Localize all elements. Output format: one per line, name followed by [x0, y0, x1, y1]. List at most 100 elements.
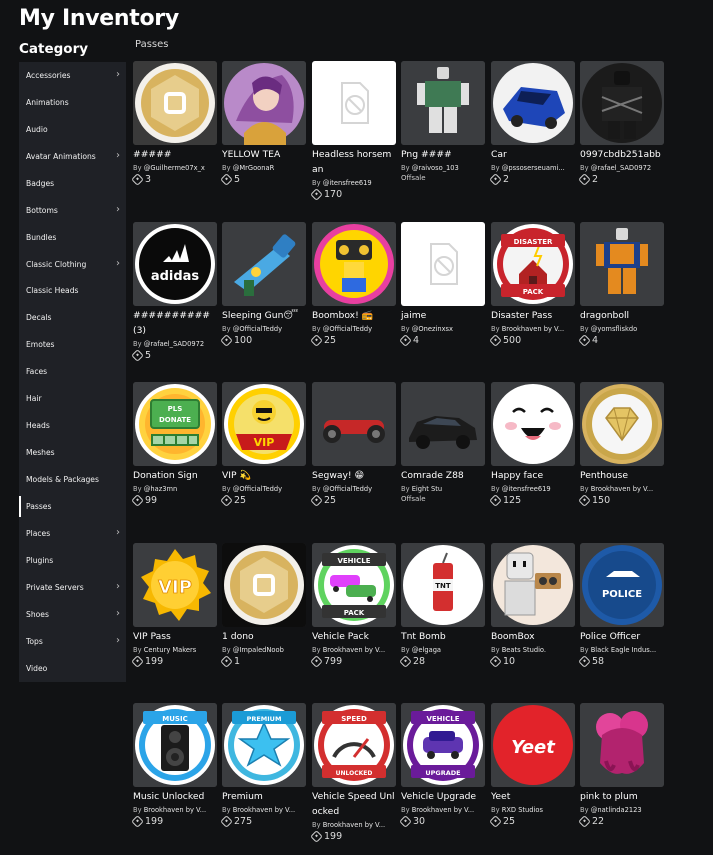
item-thumbnail[interactable]: [133, 61, 217, 145]
item-name[interactable]: VIP Pass: [133, 629, 217, 644]
item-card[interactable]: Sleeping Gun😴 By @OfficialTeddy 100: [220, 222, 306, 347]
item-card[interactable]: Happy face By @itensfree619 125: [489, 382, 575, 507]
item-name[interactable]: Png ####: [401, 147, 485, 162]
item-card[interactable]: SPEED UNLOCKED Vehicle Speed Unlocked By Br…: [310, 703, 396, 843]
item-card[interactable]: Yeet Yeet By RXD Studios 25: [489, 703, 575, 828]
item-name[interactable]: Donation Sign: [133, 468, 217, 483]
item-card[interactable]: VIP VIP Pass By Century Makers 199: [131, 543, 217, 668]
creator-name[interactable]: @yomsfliskdo: [591, 325, 638, 333]
sidebar-item-bundles[interactable]: Bundles: [19, 224, 126, 251]
item-name[interactable]: Disaster Pass: [491, 308, 575, 323]
item-card[interactable]: pink to plum By @natlinda2123 22: [578, 703, 664, 828]
sidebar-item-accessories[interactable]: Accessories ›: [19, 62, 126, 89]
creator-name[interactable]: @OfficialTeddy: [323, 485, 372, 493]
item-name[interactable]: Car: [491, 147, 575, 162]
item-card[interactable]: MUSIC Music Unlocked By Brookhaven by V...…: [131, 703, 217, 828]
creator-name[interactable]: @MrGoonaR: [233, 164, 275, 172]
item-name[interactable]: Happy face: [491, 468, 575, 483]
creator-name[interactable]: Brookhaven by V...: [323, 821, 385, 829]
item-thumbnail[interactable]: [312, 222, 396, 306]
item-card[interactable]: PLS DONATE Donation Sign By @haz3mn 99: [131, 382, 217, 507]
item-thumbnail[interactable]: VIP: [222, 382, 306, 466]
item-thumbnail[interactable]: POLICE: [580, 543, 664, 627]
item-card[interactable]: Segway! 😁 By @OfficialTeddy 25: [310, 382, 396, 507]
sidebar-item-emotes[interactable]: Emotes: [19, 331, 126, 358]
sidebar-item-classic-clothing[interactable]: Classic Clothing ›: [19, 251, 126, 278]
sidebar-item-video[interactable]: Video: [19, 655, 126, 682]
item-name[interactable]: Comrade Z88: [401, 468, 485, 483]
item-card[interactable]: DISASTER PACK Disaster Pass By Brookhaven b…: [489, 222, 575, 347]
creator-name[interactable]: @pssoserseuami...: [502, 164, 565, 172]
item-thumbnail[interactable]: VEHICLE UPGRADE: [401, 703, 485, 787]
item-name[interactable]: dragonboll: [580, 308, 664, 323]
item-thumbnail[interactable]: [580, 703, 664, 787]
item-name[interactable]: 0997cbdb251abb: [580, 147, 664, 162]
item-thumbnail[interactable]: VEHICLE PACK: [312, 543, 396, 627]
item-card[interactable]: Car By @pssoserseuami... 2: [489, 61, 575, 186]
creator-name[interactable]: Black Eagle Indus...: [591, 646, 656, 654]
item-name[interactable]: Vehicle Speed Unlocked: [312, 789, 396, 819]
item-card[interactable]: 1 dono By @ImpaledNoob 1: [220, 543, 306, 668]
item-card[interactable]: 0997cbdb251abb By @rafael_SAD0972 2: [578, 61, 664, 186]
item-card[interactable]: ##### By @Guilherme07x_x 3: [131, 61, 217, 186]
creator-name[interactable]: @Onezinxsx: [412, 325, 453, 333]
item-card[interactable]: VEHICLE UPGRADE Vehicle Upgrade By Brookhav…: [399, 703, 485, 828]
item-thumbnail[interactable]: PLS DONATE: [133, 382, 217, 466]
item-card[interactable]: Comrade Z88 By Eight Stu Offsale: [401, 382, 485, 503]
creator-name[interactable]: Brookhaven by V...: [144, 806, 206, 814]
item-thumbnail[interactable]: [401, 222, 485, 306]
sidebar-item-bottoms[interactable]: Bottoms ›: [19, 197, 126, 224]
sidebar-item-meshes[interactable]: Meshes: [19, 439, 126, 466]
creator-name[interactable]: Eight Stu: [412, 485, 442, 493]
sidebar-item-tops[interactable]: Tops ›: [19, 628, 126, 655]
sidebar-item-shoes[interactable]: Shoes ›: [19, 601, 126, 628]
item-card[interactable]: Boombox! 📻 By @OfficialTeddy 25: [310, 222, 396, 347]
creator-name[interactable]: Brookhaven by V...: [233, 806, 295, 814]
item-name[interactable]: #####: [133, 147, 217, 162]
item-thumbnail[interactable]: [580, 382, 664, 466]
creator-name[interactable]: @elgaga: [412, 646, 441, 654]
creator-name[interactable]: @itensfree619: [502, 485, 551, 493]
item-card[interactable]: YELLOW TEA By @MrGoonaR 5: [220, 61, 306, 186]
sidebar-item-plugins[interactable]: Plugins: [19, 547, 126, 574]
sidebar-item-places[interactable]: Places ›: [19, 520, 126, 547]
creator-name[interactable]: @OfficialTeddy: [323, 325, 372, 333]
item-thumbnail[interactable]: Yeet: [491, 703, 575, 787]
creator-name[interactable]: @rafael_SAD0972: [591, 164, 651, 172]
item-name[interactable]: Vehicle Pack: [312, 629, 396, 644]
item-thumbnail[interactable]: SPEED UNLOCKED: [312, 703, 396, 787]
creator-name[interactable]: @OfficialTeddy: [233, 325, 282, 333]
item-thumbnail[interactable]: [491, 61, 575, 145]
item-name[interactable]: Boombox! 📻: [312, 308, 396, 323]
item-card[interactable]: dragonboll By @yomsfliskdo 4: [578, 222, 664, 347]
item-thumbnail[interactable]: DISASTER PACK: [491, 222, 575, 306]
sidebar-item-passes[interactable]: Passes: [19, 493, 126, 520]
item-thumbnail[interactable]: [222, 61, 306, 145]
item-name[interactable]: Music Unlocked: [133, 789, 217, 804]
creator-name[interactable]: Brookhaven by V...: [323, 646, 385, 654]
item-thumbnail[interactable]: VIP: [133, 543, 217, 627]
item-name[interactable]: Headless horseman: [312, 147, 396, 177]
item-name[interactable]: BoomBox: [491, 629, 575, 644]
sidebar-item-private-servers[interactable]: Private Servers ›: [19, 574, 126, 601]
item-name[interactable]: Police Officer: [580, 629, 664, 644]
item-thumbnail[interactable]: [580, 222, 664, 306]
item-name[interactable]: Segway! 😁: [312, 468, 396, 483]
sidebar-item-models-packages[interactable]: Models & Packages: [19, 466, 126, 493]
creator-name[interactable]: RXD Studios: [502, 806, 543, 814]
item-thumbnail[interactable]: [580, 61, 664, 145]
creator-name[interactable]: Beats Studio.: [502, 646, 546, 654]
sidebar-item-classic-heads[interactable]: Classic Heads: [19, 278, 126, 305]
sidebar-item-animations[interactable]: Animations: [19, 89, 126, 116]
item-thumbnail[interactable]: [401, 61, 485, 145]
item-thumbnail[interactable]: [312, 61, 396, 145]
sidebar-item-badges[interactable]: Badges: [19, 170, 126, 197]
item-thumbnail[interactable]: [222, 543, 306, 627]
item-name[interactable]: Premium: [222, 789, 306, 804]
item-card[interactable]: jaime By @Onezinxsx 4: [399, 222, 485, 347]
item-name[interactable]: Vehicle Upgrade: [401, 789, 485, 804]
item-thumbnail[interactable]: TNT: [401, 543, 485, 627]
item-name[interactable]: pink to plum: [580, 789, 664, 804]
item-thumbnail[interactable]: [491, 382, 575, 466]
creator-name[interactable]: @natlinda2123: [591, 806, 642, 814]
